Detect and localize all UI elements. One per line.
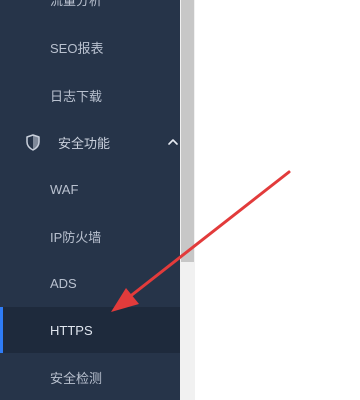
sidebar-nav: 流量分析 SEO报表 日志下载 安全功能 WAF IP防火墙 ADS HTTPS… (0, 0, 180, 400)
sidebar-item-waf[interactable]: WAF (0, 166, 180, 212)
sidebar-item-label: HTTPS (50, 322, 93, 338)
sidebar-item-log-download[interactable]: 日志下载 (0, 72, 180, 118)
sidebar-item-label: ADS (50, 275, 77, 291)
sidebar-item-ip-firewall[interactable]: IP防火墙 (0, 213, 180, 259)
chevron-up-icon[interactable] (166, 135, 180, 149)
sidebar-item-ads[interactable]: ADS (0, 260, 180, 306)
sidebar-group-security[interactable]: 安全功能 (0, 119, 180, 165)
main-content (195, 0, 360, 400)
sidebar-item-seo-report[interactable]: SEO报表 (0, 24, 180, 70)
sidebar-item-label: IP防火墙 (50, 229, 102, 245)
sidebar-item-label: SEO报表 (50, 40, 104, 56)
sidebar-item-label: 流量分析 (50, 0, 103, 8)
screen: 流量分析 SEO报表 日志下载 安全功能 WAF IP防火墙 ADS HTTPS… (0, 0, 360, 400)
active-indicator (0, 307, 3, 353)
sidebar-item-traffic-analysis[interactable]: 流量分析 (0, 0, 180, 22)
sidebar-item-label: WAF (50, 181, 79, 197)
shield-icon (24, 133, 42, 151)
sidebar-item-security-check[interactable]: 安全检测 (0, 354, 180, 400)
sidebar-item-https[interactable]: HTTPS (0, 307, 180, 353)
sidebar-group-label: 安全功能 (58, 135, 111, 151)
sidebar-item-label: 安全检测 (50, 370, 103, 386)
sidebar-scrollbar-thumb[interactable] (181, 0, 194, 262)
sidebar-item-label: 日志下载 (50, 88, 103, 104)
